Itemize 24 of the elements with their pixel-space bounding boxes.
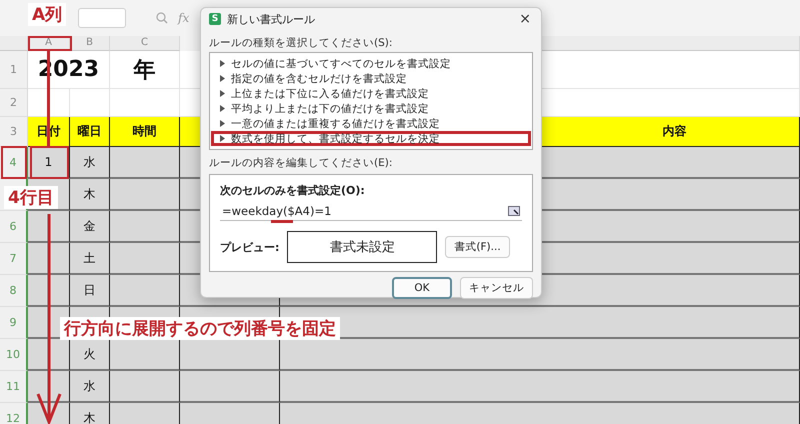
cell-text: 時間: [132, 123, 156, 140]
section-label: ルールの内容を編集してください(E):: [209, 156, 392, 170]
cell-text: 曜日: [78, 123, 102, 140]
section-label: ルールの種類を選択してください(S):: [209, 36, 392, 50]
cell-text: 金: [84, 218, 96, 234]
app-icon: S: [209, 13, 221, 25]
cell-text: 内容: [662, 123, 686, 140]
cell-text: 水: [84, 378, 96, 394]
annotation-label: A列: [28, 3, 66, 26]
dialog-title: 新しい書式ルール: [227, 12, 316, 26]
preview-box: 書式未設定: [287, 231, 438, 263]
cell-text: 木: [84, 186, 96, 202]
cell-text: 日付: [36, 123, 60, 140]
cell-text: 木: [84, 410, 96, 424]
cell-text: 年: [134, 56, 156, 84]
field-label: 次のセルのみを書式設定(O):: [220, 183, 366, 198]
cell-text: 日: [84, 282, 96, 298]
cell-text: 水: [84, 154, 96, 170]
annotation-label: 4行目: [4, 186, 58, 209]
annotation-label: 行方向に展開するので列番号を固定: [60, 317, 340, 340]
preview-label: プレビュー:: [220, 240, 280, 254]
cell-text: 1: [44, 155, 52, 169]
cell-text: 土: [84, 250, 96, 266]
cell-text: 火: [84, 346, 96, 362]
